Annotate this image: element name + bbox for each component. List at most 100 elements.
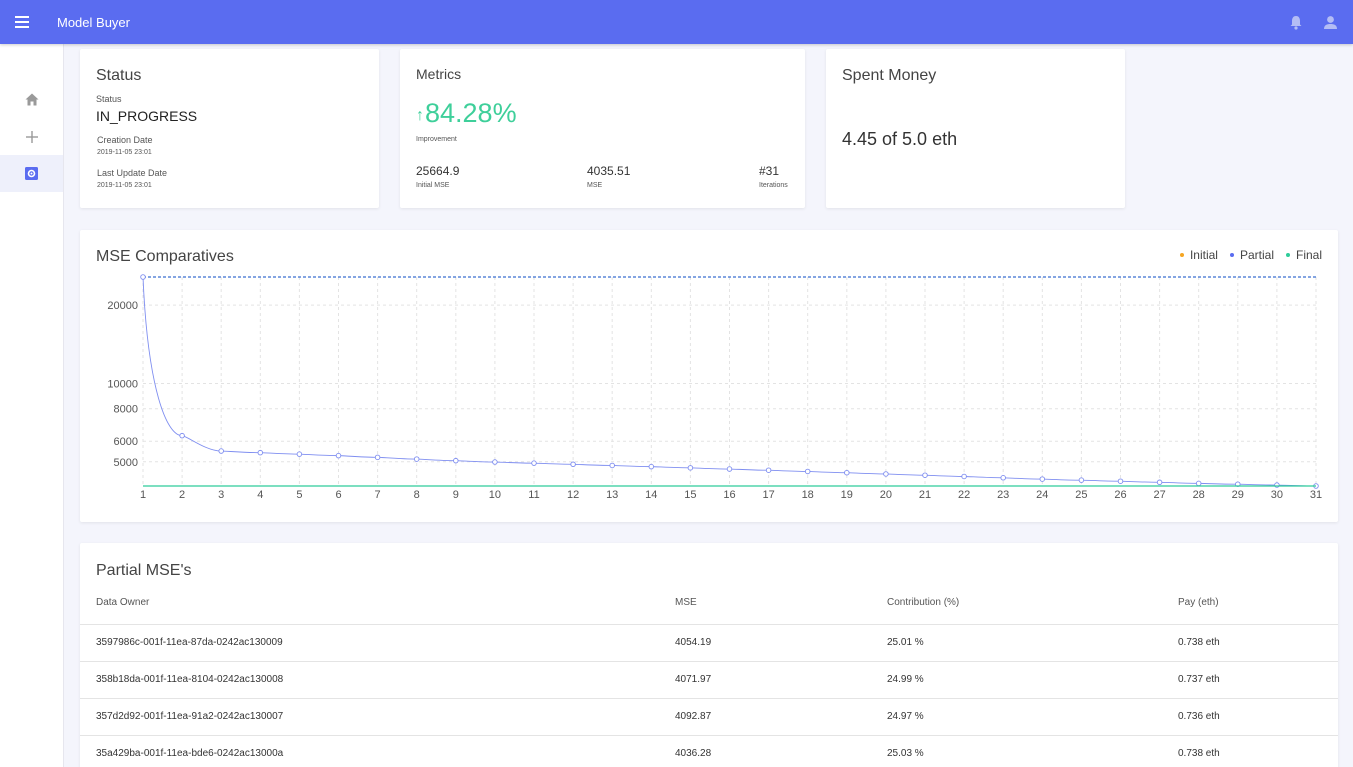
x-tick-label: 16	[723, 489, 735, 501]
table-row[interactable]: 3597986c-001f-11ea-87da-0242ac130009 405…	[80, 624, 1338, 662]
app-bar: Model Buyer	[0, 0, 1353, 44]
data-point-partial	[961, 473, 967, 480]
partial-mse-title: Partial MSE's	[96, 562, 192, 579]
x-tick-label: 27	[1153, 489, 1165, 501]
data-point-partial	[1117, 478, 1124, 484]
data-point-partial	[296, 451, 303, 457]
x-tick-label: 24	[1036, 489, 1048, 501]
data-point-partial	[257, 449, 264, 456]
x-tick-label: 10	[489, 489, 501, 501]
data-point-partial	[218, 448, 224, 454]
x-tick-label: 23	[997, 489, 1009, 501]
iterations-value: #31	[759, 164, 780, 178]
creation-date-value: 2019-11-05 23:01	[97, 149, 152, 156]
cell-mse: 4036.28	[675, 735, 887, 767]
x-tick-label: 28	[1193, 489, 1205, 501]
data-point-partial	[374, 454, 381, 461]
cell-mse: 4092.87	[675, 698, 887, 736]
cell-pay: 0.736 eth	[1178, 698, 1338, 736]
data-point-partial	[1000, 475, 1006, 481]
x-tick-label: 26	[1114, 489, 1126, 501]
data-point-partial	[1156, 479, 1163, 486]
x-tick-label: 30	[1271, 489, 1283, 501]
y-tick-label: 8000	[114, 404, 138, 416]
table-header-row: Data Owner MSE Contribution (%) Pay (eth…	[80, 581, 1338, 625]
cell-pay: 0.737 eth	[1178, 661, 1338, 699]
data-point-partial	[883, 471, 889, 477]
data-point-partial	[1274, 482, 1280, 488]
metrics-card: Metrics ↑ 84.28% Improvement 25664.9 Ini…	[400, 49, 805, 208]
sidebar-item-add[interactable]	[0, 118, 63, 155]
x-tick-label: 15	[684, 489, 696, 501]
partial-mse-card: Partial MSE's Data Owner MSE Contributio…	[80, 543, 1338, 767]
data-point-partial	[648, 463, 655, 470]
data-point-partial	[140, 274, 146, 280]
cell-data-owner: 357d2d92-001f-11ea-91a2-0242ac130007	[80, 698, 675, 736]
account-icon	[1323, 15, 1337, 29]
data-point-partial	[492, 459, 498, 465]
spent-money-value: 4.45 of 5.0 eth	[842, 129, 958, 149]
y-tick-label: 20000	[107, 300, 138, 312]
mse-label: MSE	[587, 182, 603, 189]
improvement-label: Improvement	[416, 136, 457, 143]
x-tick-label: 21	[919, 489, 931, 501]
bell-icon	[1290, 15, 1302, 30]
menu-button[interactable]	[0, 0, 44, 44]
status-card-title: Status	[96, 67, 142, 84]
x-tick-label: 2	[179, 489, 185, 501]
account-button[interactable]	[1313, 0, 1347, 44]
x-tick-label: 29	[1232, 489, 1244, 501]
improvement-value: 84.28%	[425, 98, 517, 128]
table-row[interactable]: 358b18da-001f-11ea-8104-0242ac130008 407…	[80, 661, 1338, 699]
cell-contribution: 25.03 %	[887, 735, 1178, 767]
data-point-partial	[413, 456, 420, 462]
mse-chart-card: MSE Comparatives Initial Partial Final 5…	[80, 230, 1338, 522]
cell-pay: 0.738 eth	[1178, 624, 1338, 662]
x-tick-label: 25	[1075, 489, 1087, 501]
table-row[interactable]: 35a429ba-001f-11ea-bde6-0242ac13000a 403…	[80, 735, 1338, 767]
y-tick-label: 6000	[114, 436, 138, 448]
cell-mse: 4054.19	[675, 624, 887, 662]
data-point-partial	[687, 465, 694, 471]
x-tick-label: 1	[140, 489, 146, 501]
data-point-partial	[570, 461, 576, 468]
x-tick-label: 6	[335, 489, 341, 501]
x-tick-label: 22	[958, 489, 970, 501]
cell-pay: 0.738 eth	[1178, 735, 1338, 767]
status-card: Status Status IN_PROGRESS Creation Date …	[80, 49, 379, 208]
column-header-contribution[interactable]: Contribution (%)	[887, 581, 1178, 625]
improvement-display: ↑ 84.28%	[416, 97, 517, 129]
mse-value: 4035.51	[587, 164, 631, 178]
cell-mse: 4071.97	[675, 661, 887, 699]
x-tick-label: 19	[841, 489, 853, 501]
app-title: Model Buyer	[57, 14, 130, 30]
sidebar-item-model[interactable]	[0, 155, 63, 192]
column-header-pay[interactable]: Pay (eth)	[1178, 581, 1338, 625]
column-header-mse[interactable]: MSE	[675, 581, 887, 625]
sidebar	[0, 44, 64, 767]
iterations-label: Iterations	[759, 182, 788, 189]
cell-data-owner: 358b18da-001f-11ea-8104-0242ac130008	[80, 661, 675, 699]
column-header-data-owner[interactable]: Data Owner	[80, 581, 675, 625]
table-row[interactable]: 357d2d92-001f-11ea-91a2-0242ac130007 409…	[80, 698, 1338, 736]
home-icon	[25, 93, 38, 106]
data-point-partial	[179, 432, 185, 439]
initial-mse-value: 25664.9	[416, 164, 460, 178]
x-tick-label: 18	[802, 489, 814, 501]
x-tick-label: 13	[606, 489, 618, 501]
sidebar-item-home[interactable]	[0, 81, 63, 118]
spent-money-title: Spent Money	[842, 67, 937, 84]
notifications-button[interactable]	[1279, 0, 1313, 44]
y-tick-label: 5000	[114, 457, 138, 469]
arrow-up-icon: ↑	[416, 107, 424, 124]
metrics-card-title: Metrics	[416, 66, 462, 82]
gear-box-icon	[25, 167, 38, 180]
data-point-partial	[844, 469, 850, 476]
x-tick-label: 14	[645, 489, 657, 501]
y-tick-label: 10000	[107, 378, 138, 390]
x-tick-label: 7	[375, 489, 381, 501]
x-tick-label: 4	[257, 489, 263, 501]
plus-icon	[25, 130, 38, 143]
cell-contribution: 25.01 %	[887, 624, 1178, 662]
data-point-partial	[1078, 477, 1085, 483]
